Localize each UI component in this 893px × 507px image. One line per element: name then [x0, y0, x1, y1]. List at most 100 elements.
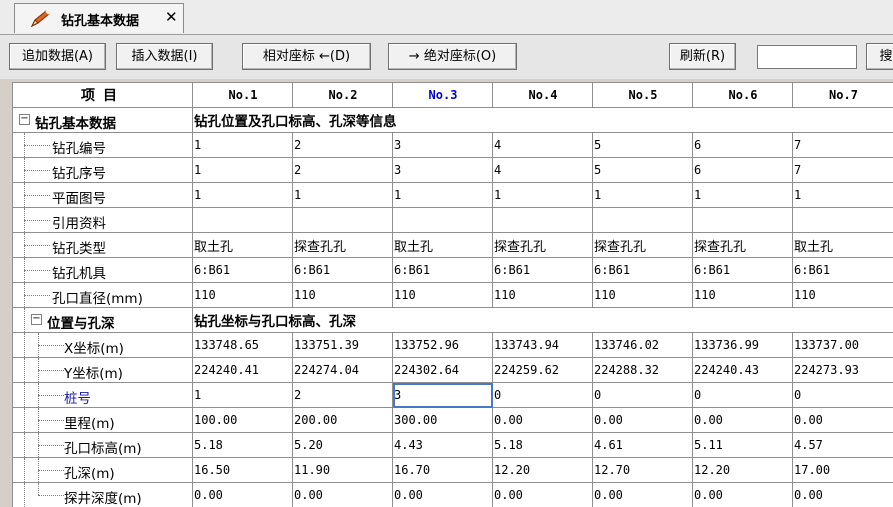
table-cell[interactable]: 0.00 — [692, 482, 793, 507]
table-cell[interactable]: 1 — [192, 182, 293, 208]
table-cell[interactable]: 0.00 — [792, 482, 893, 507]
table-cell[interactable]: 110 — [292, 282, 393, 308]
table-cell[interactable]: 133751.39 — [292, 332, 393, 358]
row-label-cell[interactable]: 钻孔类型 — [12, 232, 193, 258]
column-header-4[interactable]: No.4 — [492, 82, 593, 108]
absolute-coordinate-button[interactable]: → 绝对座标(O) — [388, 43, 517, 70]
table-cell[interactable]: 224302.64 — [392, 357, 493, 383]
close-icon[interactable]: ✕ — [165, 8, 178, 26]
table-cell[interactable]: 224240.43 — [692, 357, 793, 383]
row-label-cell[interactable]: − 位置与孔深 — [12, 307, 193, 333]
table-cell[interactable]: 110 — [792, 282, 893, 308]
row-label-cell[interactable]: 孔口直径(mm) — [12, 282, 193, 308]
row-label-cell[interactable]: 引用资料 — [12, 207, 193, 233]
collapse-icon[interactable]: − — [31, 314, 42, 325]
table-cell[interactable]: 6:B61 — [492, 257, 593, 283]
table-cell[interactable]: 1 — [692, 182, 793, 208]
tab-drill-basic-data[interactable]: 钻孔基本数据 ✕ — [14, 3, 184, 33]
table-cell[interactable]: 6 — [692, 132, 793, 158]
table-cell[interactable]: 探查孔孔 — [592, 232, 693, 258]
table-cell[interactable]: 12.20 — [692, 457, 793, 483]
table-cell[interactable]: 3 — [392, 382, 493, 408]
table-cell[interactable]: 110 — [692, 282, 793, 308]
table-cell[interactable]: 5.20 — [292, 432, 393, 458]
table-cell[interactable]: 6:B61 — [792, 257, 893, 283]
table-cell[interactable]: 133746.02 — [592, 332, 693, 358]
table-cell[interactable]: 0.00 — [292, 482, 393, 507]
column-header-5[interactable]: No.5 — [592, 82, 693, 108]
row-label-cell[interactable]: 桩号 — [12, 382, 193, 408]
row-label-cell[interactable]: X坐标(m) — [12, 332, 193, 358]
table-cell[interactable]: 6:B61 — [692, 257, 793, 283]
table-cell[interactable]: 7 — [792, 157, 893, 183]
table-cell[interactable]: 0.00 — [592, 407, 693, 433]
row-label-cell[interactable]: 平面图号 — [12, 182, 193, 208]
row-label-cell[interactable]: 钻孔编号 — [12, 132, 193, 158]
table-cell[interactable]: 2 — [292, 157, 393, 183]
table-cell[interactable]: 0.00 — [492, 482, 593, 507]
table-cell[interactable]: 2 — [292, 382, 393, 408]
table-cell[interactable]: 224288.32 — [592, 357, 693, 383]
search-input[interactable] — [757, 45, 857, 69]
table-cell[interactable]: 4.43 — [392, 432, 493, 458]
row-label-cell[interactable]: 探井深度(m) — [12, 482, 193, 507]
table-cell[interactable]: 0 — [592, 382, 693, 408]
column-header-3[interactable]: No.3 — [392, 82, 493, 108]
table-cell[interactable]: 4 — [492, 132, 593, 158]
table-cell[interactable]: 1 — [192, 382, 293, 408]
table-cell[interactable]: 200.00 — [292, 407, 393, 433]
table-cell[interactable]: 6:B61 — [192, 257, 293, 283]
table-cell[interactable]: 7 — [792, 132, 893, 158]
table-cell[interactable]: 6:B61 — [292, 257, 393, 283]
table-cell[interactable]: 133737.00 — [792, 332, 893, 358]
table-cell[interactable]: 探查孔孔 — [692, 232, 793, 258]
table-cell[interactable]: 110 — [492, 282, 593, 308]
insert-data-button[interactable]: 插入数据(I) — [116, 43, 213, 70]
table-cell[interactable]: 133736.99 — [692, 332, 793, 358]
table-cell[interactable] — [692, 207, 793, 233]
relative-coordinate-button[interactable]: 相对座标 ←(D) — [242, 43, 371, 70]
table-cell[interactable]: 17.00 — [792, 457, 893, 483]
table-cell[interactable]: 1 — [492, 182, 593, 208]
table-cell[interactable]: 取土孔 — [392, 232, 493, 258]
table-cell[interactable]: 0.00 — [392, 482, 493, 507]
table-cell[interactable]: 1 — [192, 157, 293, 183]
table-cell[interactable]: 11.90 — [292, 457, 393, 483]
column-header-1[interactable]: No.1 — [192, 82, 293, 108]
table-cell[interactable]: 5.18 — [492, 432, 593, 458]
row-label-cell[interactable]: − 钻孔基本数据 — [12, 107, 193, 133]
table-cell[interactable]: 224240.41 — [192, 357, 293, 383]
table-cell[interactable]: 12.70 — [592, 457, 693, 483]
table-cell[interactable]: 取土孔 — [792, 232, 893, 258]
table-cell[interactable]: 5.18 — [192, 432, 293, 458]
table-cell[interactable]: 探查孔孔 — [492, 232, 593, 258]
table-cell[interactable]: 3 — [392, 157, 493, 183]
row-label-cell[interactable]: 孔口标高(m) — [12, 432, 193, 458]
row-label-cell[interactable]: 钻孔序号 — [12, 157, 193, 183]
table-cell[interactable]: 133743.94 — [492, 332, 593, 358]
table-cell[interactable]: 1 — [392, 182, 493, 208]
table-cell[interactable]: 0.00 — [192, 482, 293, 507]
table-cell[interactable] — [492, 207, 593, 233]
table-cell[interactable]: 224259.62 — [492, 357, 593, 383]
table-cell[interactable] — [592, 207, 693, 233]
table-cell[interactable]: 4.61 — [592, 432, 693, 458]
table-cell[interactable]: 0.00 — [792, 407, 893, 433]
column-header-7[interactable]: No.7 — [792, 82, 893, 108]
table-cell[interactable]: 0 — [692, 382, 793, 408]
table-cell[interactable]: 12.20 — [492, 457, 593, 483]
column-header-6[interactable]: No.6 — [692, 82, 793, 108]
table-cell[interactable]: 0.00 — [592, 482, 693, 507]
row-label-cell[interactable]: Y坐标(m) — [12, 357, 193, 383]
table-cell[interactable]: 16.50 — [192, 457, 293, 483]
table-cell[interactable] — [292, 207, 393, 233]
table-cell[interactable]: 0 — [492, 382, 593, 408]
search-button[interactable]: 搜 — [866, 43, 893, 70]
column-header-2[interactable]: No.2 — [292, 82, 393, 108]
table-cell[interactable]: 110 — [192, 282, 293, 308]
table-cell[interactable]: 探查孔孔 — [292, 232, 393, 258]
table-cell[interactable]: 300.00 — [392, 407, 493, 433]
table-cell[interactable]: 4 — [492, 157, 593, 183]
row-label-cell[interactable]: 钻孔机具 — [12, 257, 193, 283]
table-cell[interactable]: 3 — [392, 132, 493, 158]
